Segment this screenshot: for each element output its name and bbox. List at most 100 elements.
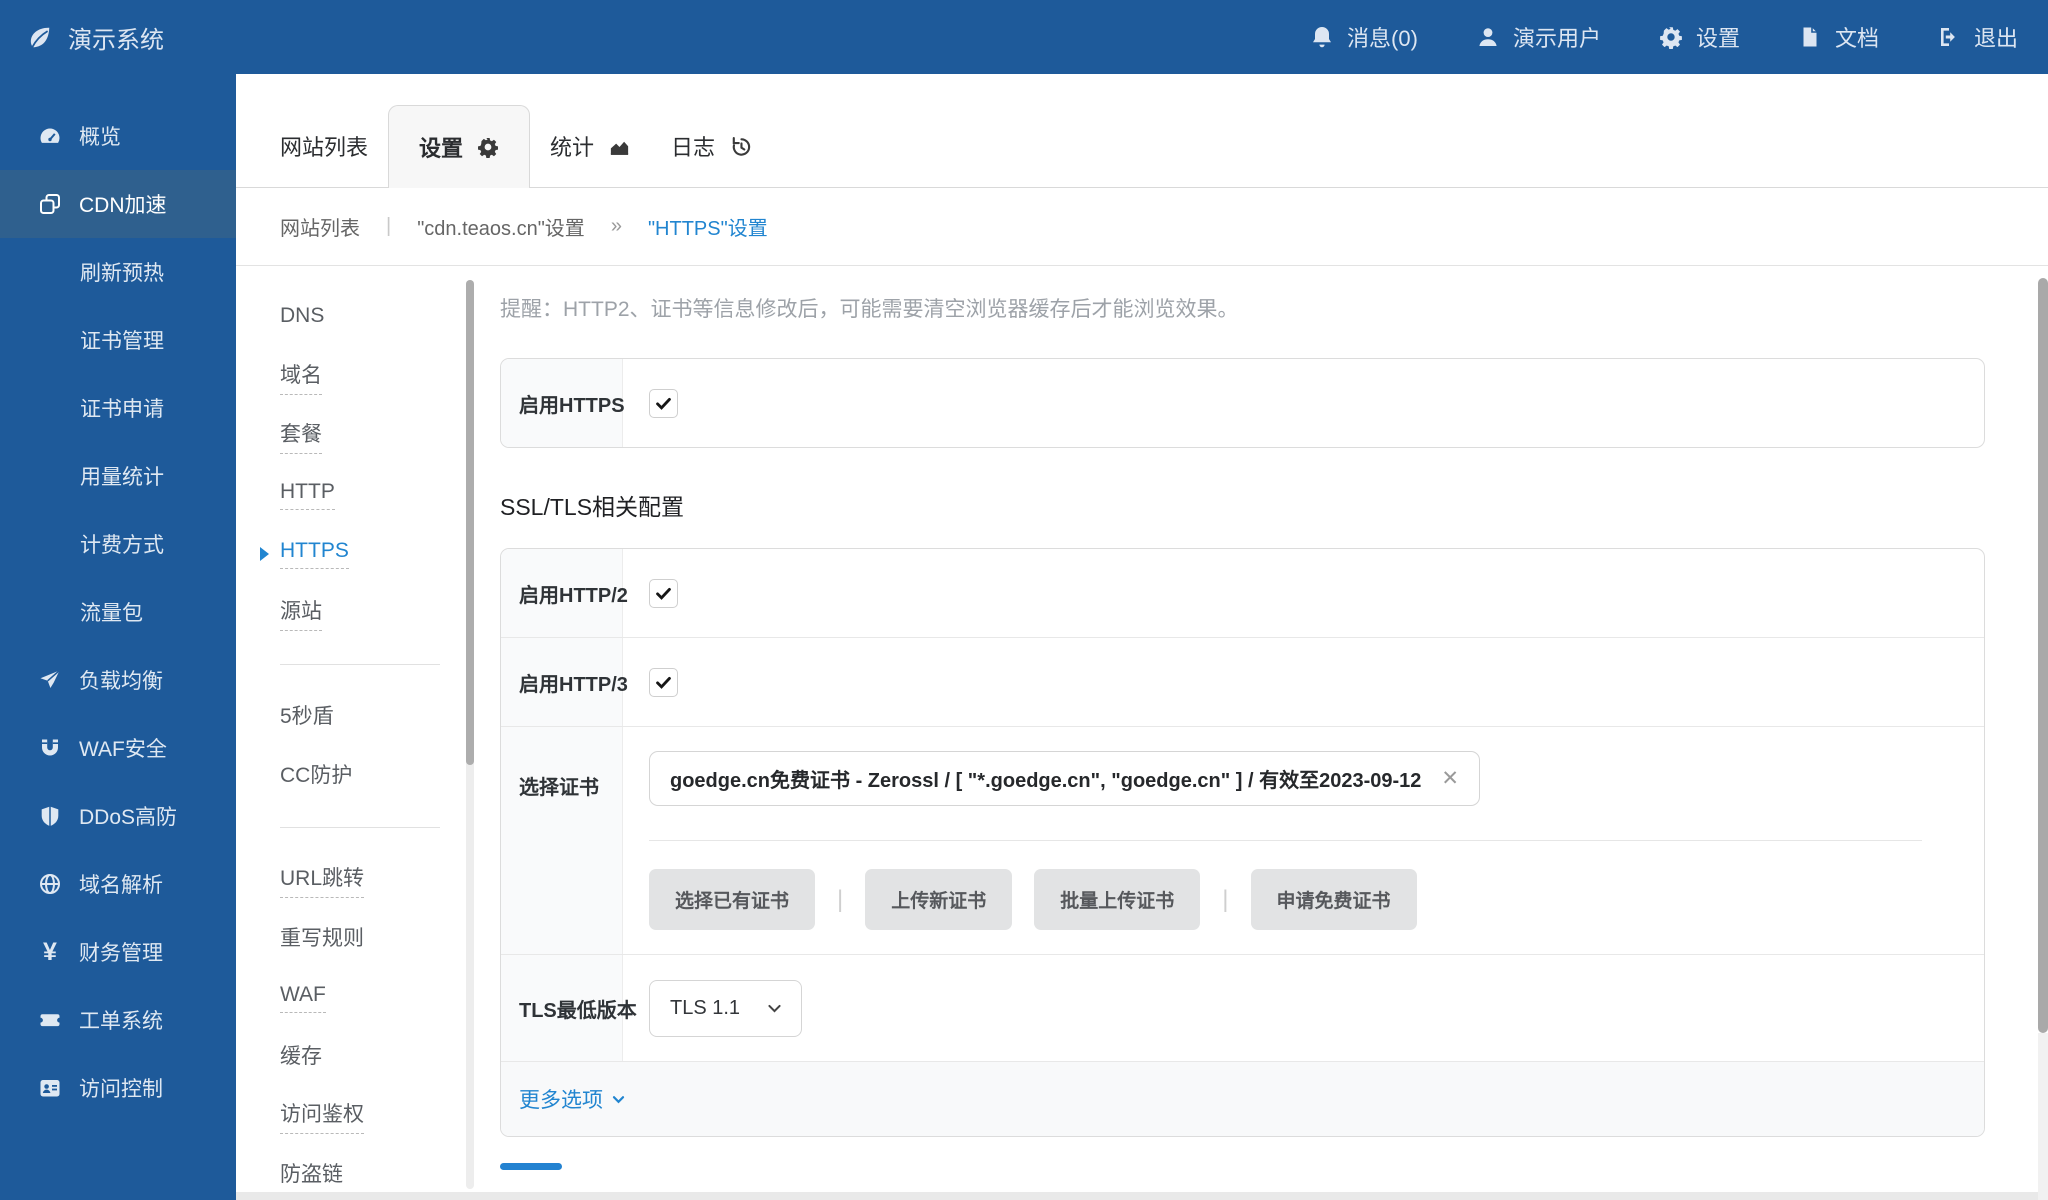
tab-label: 设置	[419, 131, 463, 163]
select-existing-cert-button[interactable]: 选择已有证书	[649, 869, 815, 930]
sidebar-item-usage-stats[interactable]: 用量统计	[0, 442, 236, 510]
submenu-divider	[280, 664, 440, 665]
brand[interactable]: 演示系统	[26, 20, 164, 55]
tab-site-list[interactable]: 网站列表	[260, 105, 388, 187]
submenu-divider	[280, 827, 440, 828]
submenu-item-http[interactable]: HTTP	[236, 465, 480, 524]
tab-settings[interactable]: 设置	[388, 105, 530, 188]
topbar-item-settings[interactable]: 设置	[1659, 21, 1740, 53]
tls-min-version-select[interactable]: TLS 1.1	[649, 980, 802, 1037]
document-icon	[1798, 25, 1822, 49]
topbar-item-label: 文档	[1835, 21, 1879, 53]
sidebar-item-cdn[interactable]: CDN加速	[0, 170, 236, 238]
certificate-row: 选择证书 goedge.cn免费证书 - Zerossl / [ "*.goed…	[501, 726, 1984, 954]
row-label: TLS最低版本	[501, 955, 623, 1061]
sidebar-item-finance[interactable]: ¥ 财务管理	[0, 918, 236, 986]
yen-icon: ¥	[38, 938, 62, 967]
cdn-clone-icon	[38, 192, 62, 216]
sidebar-item-cert-management[interactable]: 证书管理	[0, 306, 236, 374]
topbar-item-docs[interactable]: 文档	[1798, 21, 1879, 53]
breadcrumb-separator: »	[611, 215, 622, 238]
topbar-item-messages[interactable]: 消息(0)	[1310, 21, 1418, 53]
sidebar-item-refresh-preheat[interactable]: 刷新预热	[0, 238, 236, 306]
https-enabled-checkbox[interactable]	[649, 389, 678, 418]
topbar-item-logout[interactable]: 退出	[1937, 21, 2018, 53]
submenu-item-cache[interactable]: 缓存	[236, 1027, 480, 1086]
submenu-item-5s-shield[interactable]: 5秒盾	[236, 687, 480, 746]
submenu-item-origin[interactable]: 源站	[236, 583, 480, 642]
breadcrumb: 网站列表 | "cdn.teaos.cn"设置 » "HTTPS"设置	[236, 188, 2048, 266]
shield-icon	[38, 804, 62, 828]
sidebar-item-label: 用量统计	[80, 461, 164, 491]
sidebar-item-tickets[interactable]: 工单系统	[0, 986, 236, 1054]
settings-body: DNS 域名 套餐 HTTP HTTPS 源站	[236, 266, 2048, 1199]
dashboard-icon	[38, 124, 62, 148]
sidebar-item-billing-method[interactable]: 计费方式	[0, 510, 236, 578]
certificate-divider	[649, 840, 1922, 841]
settings-submenu: DNS 域名 套餐 HTTP HTTPS 源站	[236, 266, 480, 1199]
submenu-item-access-auth[interactable]: 访问鉴权	[236, 1086, 480, 1145]
tls-min-version-value: TLS 1.1	[670, 997, 740, 1020]
apply-free-cert-button[interactable]: 申请免费证书	[1251, 869, 1417, 930]
ssl-config-table: 启用HTTP/2 启用HTTP/3	[500, 548, 1985, 1137]
http3-enabled-checkbox[interactable]	[649, 668, 678, 697]
tab-statistics[interactable]: 统计	[530, 105, 651, 187]
sidebar-item-label: 证书管理	[80, 325, 164, 355]
ticket-icon	[38, 1008, 62, 1032]
batch-upload-cert-button[interactable]: 批量上传证书	[1034, 869, 1200, 930]
user-icon	[1476, 25, 1500, 49]
sidebar-item-access-control[interactable]: 访问控制	[0, 1054, 236, 1122]
bell-icon	[1310, 25, 1334, 49]
sidebar-item-label: 流量包	[80, 597, 143, 627]
sidebar-item-dns-resolve[interactable]: 域名解析	[0, 850, 236, 918]
tab-logs[interactable]: 日志	[651, 105, 772, 187]
sidebar-item-traffic-package[interactable]: 流量包	[0, 578, 236, 646]
http2-enabled-checkbox[interactable]	[649, 579, 678, 608]
submenu-item-url-redirect[interactable]: URL跳转	[236, 850, 480, 909]
more-options-row: 更多选项	[501, 1061, 1984, 1136]
topbar-menu: 消息(0) 演示用户 设置	[1310, 21, 2018, 53]
http2-row: 启用HTTP/2	[501, 549, 1984, 637]
submenu-item-rewrite-rules[interactable]: 重写规则	[236, 909, 480, 968]
submenu-item-cc-protection[interactable]: CC防护	[236, 746, 480, 805]
row-label: 启用HTTP/2	[501, 549, 623, 637]
sidebar-item-label: 刷新预热	[80, 257, 164, 287]
submenu-scrollbar-thumb[interactable]	[466, 280, 474, 765]
id-card-icon	[38, 1076, 62, 1100]
logout-icon	[1937, 25, 1961, 49]
breadcrumb-site-settings[interactable]: "cdn.teaos.cn"设置	[417, 212, 585, 241]
topbar-item-label: 退出	[1974, 21, 2018, 53]
submenu-item-dns[interactable]: DNS	[236, 288, 480, 347]
remove-certificate-icon[interactable]: ✕	[1441, 766, 1459, 791]
upload-new-cert-button[interactable]: 上传新证书	[865, 869, 1012, 930]
https-enable-row: 启用HTTPS	[501, 359, 1984, 447]
sidebar-item-label: DDoS高防	[79, 801, 177, 831]
sidebar-item-label: 访问控制	[79, 1073, 163, 1103]
main-content: 网站列表 设置 统计 日志	[236, 74, 2048, 1200]
sidebar-item-cert-apply[interactable]: 证书申请	[0, 374, 236, 442]
sidebar-item-label: 证书申请	[80, 393, 164, 423]
sidebar-item-waf[interactable]: WAF安全	[0, 714, 236, 782]
https-settings-form: 提醒：HTTP2、证书等信息修改后，可能需要清空浏览器缓存后才能浏览效果。 启用…	[480, 266, 2048, 1199]
page-scrollbar-thumb[interactable]	[2038, 278, 2048, 1033]
submenu-item-plan[interactable]: 套餐	[236, 406, 480, 465]
submenu-item-domains[interactable]: 域名	[236, 347, 480, 406]
breadcrumb-https-settings[interactable]: "HTTPS"设置	[648, 212, 768, 241]
bottom-scroll-area	[236, 1192, 2048, 1200]
brand-label: 演示系统	[68, 20, 164, 55]
page-scrollbar-track[interactable]	[2038, 1033, 2048, 1200]
topbar-item-user[interactable]: 演示用户	[1476, 21, 1601, 53]
more-options-link[interactable]: 更多选项	[519, 1084, 626, 1114]
breadcrumb-site-list[interactable]: 网站列表	[280, 212, 360, 241]
sidebar-item-overview[interactable]: 概览	[0, 102, 236, 170]
submenu-item-https[interactable]: HTTPS	[236, 524, 480, 583]
topbar-item-label: 设置	[1696, 21, 1740, 53]
save-button-top-edge[interactable]	[500, 1163, 562, 1170]
submenu-scrollbar-track[interactable]	[466, 280, 474, 1189]
sidebar-item-ddos[interactable]: DDoS高防	[0, 782, 236, 850]
certificate-chip[interactable]: goedge.cn免费证书 - Zerossl / [ "*.goedge.cn…	[649, 751, 1480, 806]
button-separator: |	[837, 886, 843, 914]
sidebar-item-load-balancer[interactable]: 负载均衡	[0, 646, 236, 714]
https-enable-table: 启用HTTPS	[500, 358, 1985, 448]
submenu-item-waf[interactable]: WAF	[236, 968, 480, 1027]
